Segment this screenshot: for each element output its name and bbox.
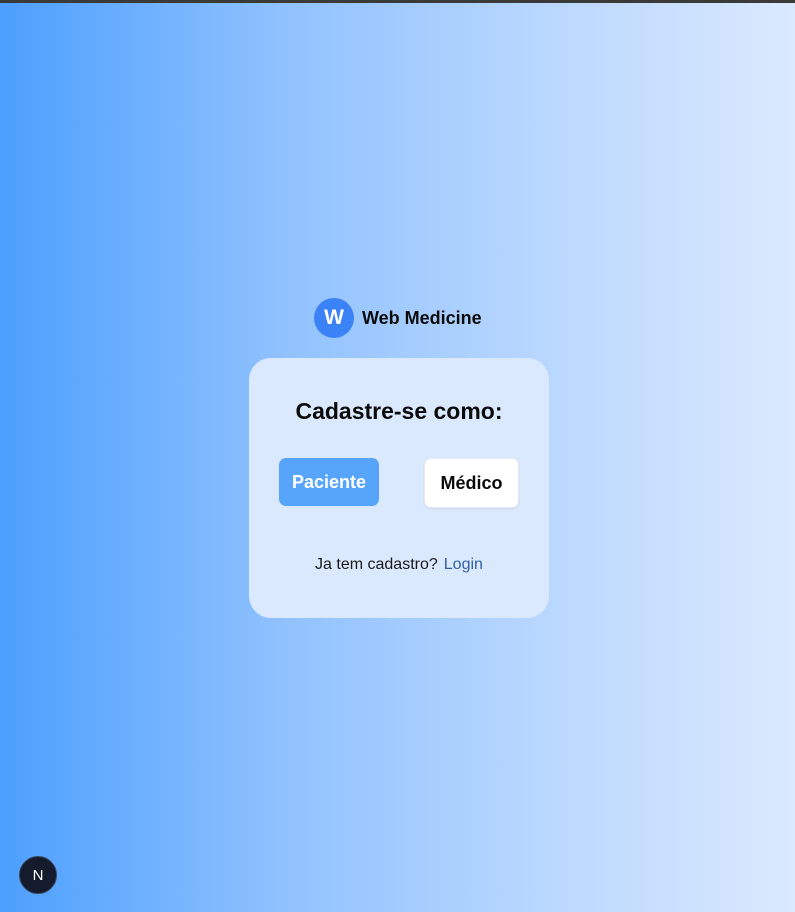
top-strip xyxy=(0,0,795,3)
card-title: Cadastre-se como: xyxy=(295,398,503,424)
brand-name: Web Medicine xyxy=(362,307,482,328)
nextjs-badge-button[interactable]: N xyxy=(19,856,57,894)
brand-logo: W xyxy=(314,298,354,338)
patient-button[interactable]: Paciente xyxy=(279,458,379,506)
login-question: Ja tem cadastro? xyxy=(315,556,438,573)
login-link[interactable]: Login xyxy=(444,556,483,573)
login-row: Ja tem cadastro? Login xyxy=(249,556,549,574)
doctor-button[interactable]: Médico xyxy=(424,458,519,508)
signup-card: Cadastre-se como: Paciente Médico Ja tem… xyxy=(249,358,549,618)
brand-header: W Web Medicine xyxy=(314,298,482,338)
